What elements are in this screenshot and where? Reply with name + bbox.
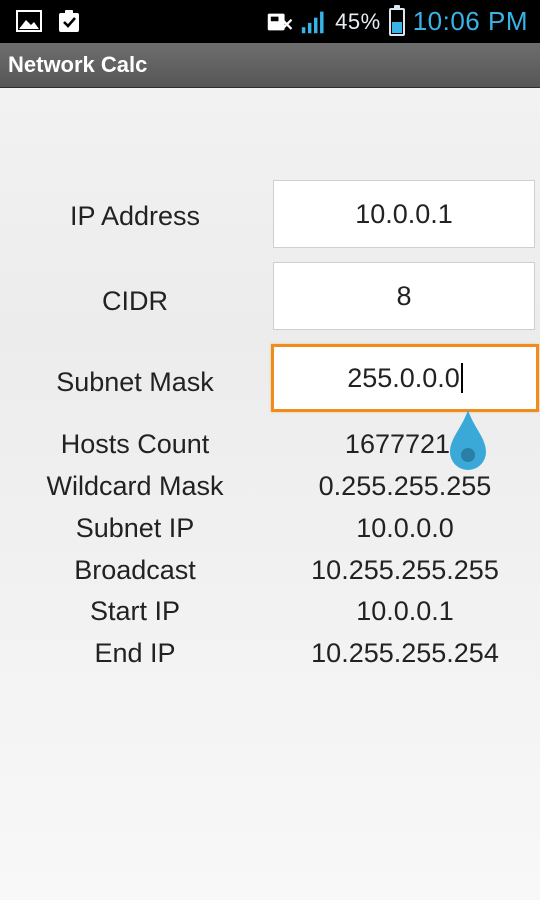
subnet-ip-value: 10.0.0.0	[356, 513, 454, 543]
battery-icon	[388, 4, 405, 36]
wildcard-mask-value: 0.255.255.255	[318, 471, 492, 501]
action-bar: Network Calc	[0, 43, 540, 88]
end-ip-label: End IP	[94, 638, 176, 668]
ip-address-label: IP Address	[69, 201, 201, 231]
subnet-mask-label: Subnet Mask	[56, 367, 214, 397]
subnet-ip-label: Subnet IP	[75, 513, 195, 543]
picture-icon	[16, 8, 42, 34]
broadcast-value: 10.255.255.255	[311, 555, 499, 585]
battery-fill	[391, 21, 402, 33]
signal-icon	[301, 9, 327, 35]
subnet-mask-value: 255.0.0.0	[347, 362, 460, 393]
clock: 10:06 PM	[412, 6, 528, 36]
cidr-value: 8	[396, 280, 412, 311]
ip-address-input[interactable]: 10.0.0.1	[273, 180, 535, 248]
wildcard-mask-label: Wildcard Mask	[46, 471, 224, 501]
sd-card-icon	[267, 9, 293, 35]
hosts-count-label: Hosts Count	[60, 429, 210, 459]
clipboard-check-icon	[56, 8, 82, 34]
status-bar: 45% 10:06 PM	[0, 0, 540, 43]
subnet-mask-input[interactable]: 255.0.0.0	[271, 344, 539, 412]
start-ip-label: Start IP	[89, 596, 181, 626]
hosts-count-value: 16777214	[344, 429, 466, 459]
text-cursor	[460, 363, 463, 393]
broadcast-label: Broadcast	[74, 555, 196, 585]
app-title: Network Calc	[8, 52, 148, 77]
main-content: IP Address 10.0.0.1 CIDR 8 Subnet Mask 2…	[0, 88, 540, 900]
battery-percent: 45%	[335, 8, 381, 34]
text-selection-handle[interactable]	[448, 410, 488, 472]
end-ip-value: 10.255.255.254	[311, 638, 499, 668]
ip-address-value: 10.0.0.1	[355, 198, 453, 229]
start-ip-value: 10.0.0.1	[356, 596, 454, 626]
cidr-input[interactable]: 8	[273, 262, 535, 330]
cidr-label: CIDR	[102, 286, 168, 316]
